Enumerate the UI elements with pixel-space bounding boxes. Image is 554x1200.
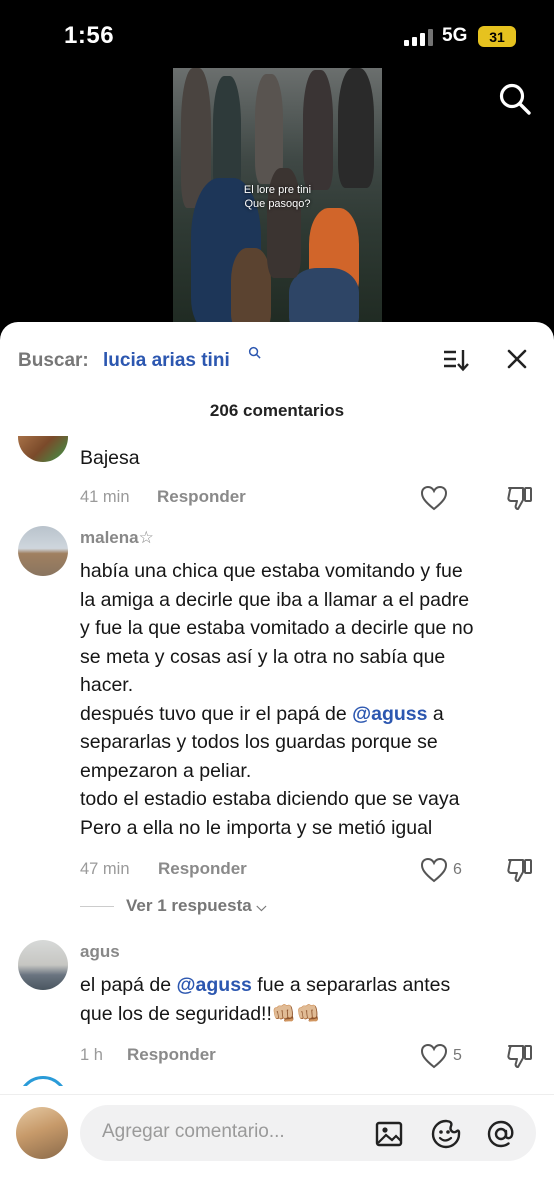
- video-preview[interactable]: El lore pre tini Que pasoqo?: [173, 68, 382, 330]
- reply-button[interactable]: Responder: [158, 859, 247, 879]
- comment-line-text: después tuvo que ir el papá de: [80, 702, 353, 725]
- video-caption-line: Que pasoqo?: [244, 198, 311, 210]
- avatar[interactable]: [18, 1076, 68, 1086]
- view-replies-button[interactable]: Ver 1 respuesta ⌵: [126, 896, 266, 916]
- comment-line: había una chica que estaba vomitando y f…: [80, 560, 463, 582]
- like-count: 5: [453, 1047, 462, 1064]
- sort-icon[interactable]: [443, 348, 469, 372]
- comment-text: había una chica que estaba vomitando y f…: [80, 557, 540, 842]
- view-replies-label: Ver 1 respuesta: [126, 896, 252, 915]
- emoji-icon[interactable]: [431, 1119, 461, 1149]
- comment-line: separarlas y todos los guardas porque se: [80, 731, 438, 753]
- heart-icon[interactable]: [420, 857, 448, 883]
- comment-time: 47 min: [80, 860, 130, 878]
- heart-icon[interactable]: [420, 1043, 448, 1069]
- comment-line: empezaron a peliar.: [80, 759, 252, 782]
- avatar[interactable]: [18, 436, 68, 462]
- image-icon[interactable]: [374, 1119, 404, 1149]
- dislike-icon[interactable]: [506, 484, 534, 512]
- search-small-icon: [248, 346, 261, 359]
- comment-line: después tuvo que ir el papá de @aguss a: [80, 700, 540, 729]
- search-bar[interactable]: Buscar: lucia arias tini: [18, 344, 538, 376]
- avatar[interactable]: [18, 940, 68, 990]
- status-bar: 1:56 5G 31: [0, 0, 554, 70]
- comments-sheet: Buscar: lucia arias tini 206 comentarios…: [0, 322, 554, 1200]
- search-query-link[interactable]: lucia arias tini: [103, 350, 230, 372]
- comment-list[interactable]: Bajesa 41 min Responder malena☆ había un…: [0, 436, 554, 1086]
- comment-input-placeholder: Agregar comentario...: [102, 1121, 285, 1142]
- comment-time: 41 min: [80, 488, 130, 506]
- comment-line: el papá de @aguss fue a separarlas antes: [80, 971, 540, 1000]
- video-caption-line: El lore pre tini: [243, 184, 312, 196]
- divider: [80, 906, 114, 907]
- dislike-icon[interactable]: [506, 1042, 534, 1070]
- comment-line-text: fue a separarlas antes: [251, 974, 451, 996]
- comment-count: 206 comentarios: [209, 401, 345, 420]
- comment-line: que los de seguridad!!👊🏼👊🏼: [80, 1002, 321, 1025]
- network-label: 5G: [442, 25, 468, 46]
- heart-icon[interactable]: [420, 485, 448, 511]
- reply-button[interactable]: Responder: [127, 1045, 216, 1065]
- comment-line: se meta y cosas así y la otra no sabía q…: [80, 645, 446, 668]
- like-count: 6: [453, 861, 462, 878]
- comment-text: Bajesa: [80, 447, 140, 469]
- avatar[interactable]: [16, 1107, 68, 1159]
- video-caption: El lore pre tini Que pasoqo?: [173, 183, 382, 211]
- comment-time: 1 h: [80, 1046, 103, 1064]
- comment-text: el papá de @aguss fue a separarlas antes…: [80, 971, 540, 1028]
- comment-line: todo el estadio estaba diciendo que se v…: [80, 788, 460, 810]
- close-icon[interactable]: [506, 348, 528, 370]
- comment-line: y fue la que estaba vomitado a decirle q…: [80, 617, 474, 639]
- reply-button[interactable]: Responder: [157, 487, 246, 507]
- battery-level: 31: [489, 28, 505, 45]
- mention-link[interactable]: @aguss: [177, 974, 252, 996]
- comment-username[interactable]: agus: [80, 942, 120, 962]
- chevron-down-icon: ⌵: [256, 899, 267, 914]
- search-label: Buscar:: [18, 350, 89, 371]
- status-time: 1:56: [64, 22, 115, 49]
- comment-username[interactable]: malena☆: [80, 528, 154, 548]
- comment-line: Pero a ella no le importa y se metió igu…: [80, 816, 433, 839]
- comment-line-text: a: [427, 702, 444, 725]
- at-icon[interactable]: [486, 1119, 516, 1149]
- mention-link[interactable]: @aguss: [352, 703, 427, 725]
- avatar[interactable]: [18, 526, 68, 576]
- dislike-icon[interactable]: [506, 856, 534, 884]
- signal-icon: [404, 28, 433, 46]
- search-icon[interactable]: [498, 82, 532, 116]
- battery-icon: 31: [478, 26, 516, 47]
- comment-input-bar: Agregar comentario...: [0, 1094, 554, 1200]
- comment-input[interactable]: Agregar comentario...: [80, 1105, 536, 1161]
- comment-line-text: el papá de: [80, 974, 177, 996]
- comment-line: la amiga a decirle que iba a llamar a el…: [80, 588, 470, 611]
- comment-line: hacer.: [80, 674, 134, 696]
